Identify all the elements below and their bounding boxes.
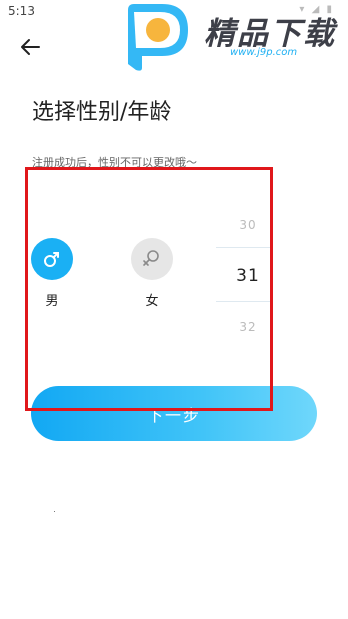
female-label: 女 [145, 294, 159, 309]
page-hint: 注册成功后，性别不可以更改哦～ [32, 156, 197, 169]
stray-dot [54, 511, 55, 512]
male-icon [44, 252, 59, 267]
next-button-label: 下一步 [146, 405, 201, 425]
female-button[interactable] [131, 238, 173, 280]
age-divider-top [216, 247, 270, 248]
watermark-url: www.j9p.com [230, 47, 298, 58]
arrow-left-icon [21, 39, 40, 55]
male-label: 男 [45, 294, 59, 309]
age-picker[interactable]: 30 31 32 [216, 208, 280, 348]
gender-option-female[interactable]: 女 [122, 238, 182, 318]
female-icon [143, 250, 159, 266]
age-option-prev[interactable]: 30 [216, 218, 280, 232]
gender-option-male[interactable]: 男 [22, 238, 82, 318]
status-time: 5:13 [8, 4, 35, 18]
male-button[interactable] [31, 238, 73, 280]
age-divider-bottom [216, 301, 270, 302]
watermark: P 精品下载 www.j9p.com [118, 0, 348, 74]
back-button[interactable] [14, 32, 46, 62]
watermark-logo: P [128, 4, 188, 71]
next-button[interactable]: 下一步 [31, 386, 317, 441]
age-option-selected[interactable]: 31 [216, 266, 280, 286]
page-title: 选择性别/年龄 [32, 100, 172, 125]
age-option-next[interactable]: 32 [216, 320, 280, 334]
